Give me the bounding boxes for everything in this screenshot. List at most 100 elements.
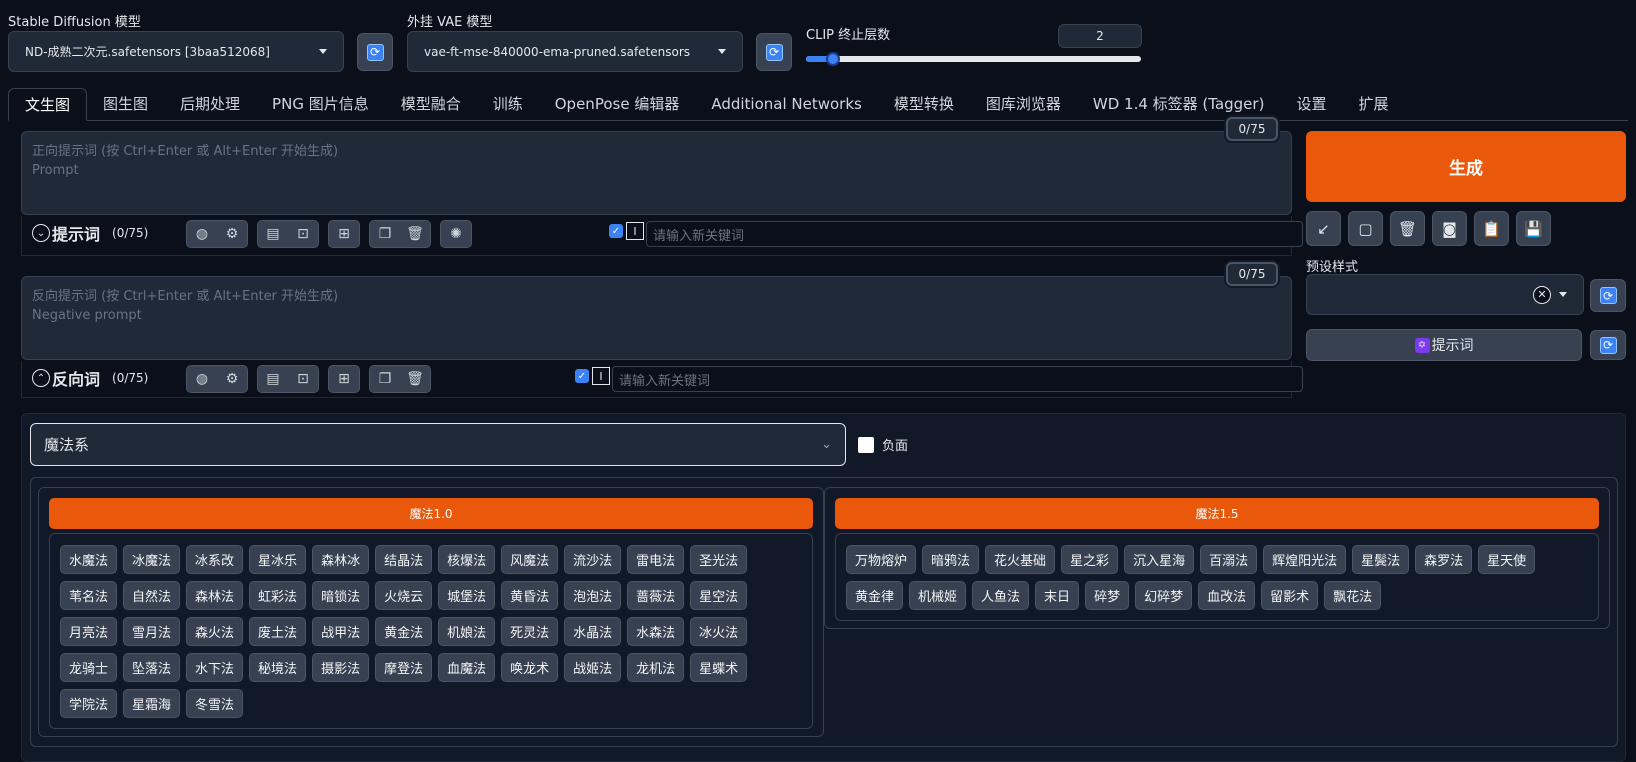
magic-category-select[interactable]: 魔法系 ⌄ [30,423,846,466]
magic-chip[interactable]: 森火法 [186,617,244,646]
prompt-keyword-input[interactable]: 请输入新关键词 [646,221,1303,247]
magic-chip[interactable]: 泡泡法 [564,581,622,610]
slider-thumb[interactable] [825,52,840,66]
magic-chip[interactable]: 百溺法 [1200,545,1258,574]
history-icon[interactable]: ▤ [258,226,288,242]
sd-model-dropdown[interactable]: ND-成熟二次元.safetensors [3baa512068] [8,31,344,72]
magic-chip[interactable]: 冰魔法 [123,545,181,574]
copy-icon[interactable]: ❐ [370,371,400,387]
magic-chip[interactable]: 水晶法 [564,617,622,646]
magic-chip[interactable]: 机械姬 [909,581,967,610]
magic-chip[interactable]: 雷电法 [627,545,685,574]
magic-chip[interactable]: 水下法 [186,653,244,682]
magic-chip[interactable]: 水魔法 [60,545,118,574]
magic-chip[interactable]: 黄金律 [846,581,904,610]
magic-chip[interactable]: 碎梦 [1085,581,1130,610]
magic-chip[interactable]: 摩登法 [375,653,433,682]
magic-chip[interactable]: 冰火法 [690,617,748,646]
magic-chip[interactable]: 暗鸦法 [922,545,980,574]
negative-checkbox[interactable] [858,436,874,453]
magic-chip[interactable]: 秘境法 [249,653,307,682]
magic-chip[interactable]: 龙骑士 [60,653,118,682]
trash-icon[interactable]: 🗑 [400,371,430,387]
magic-chip[interactable]: 水森法 [627,617,685,646]
globe-icon[interactable]: ◍ [187,371,217,387]
paste-icon[interactable]: 📋 [1474,211,1509,246]
tab-openpose[interactable]: OpenPose 编辑器 [539,87,696,120]
magic-chip[interactable]: 星之彩 [1061,545,1119,574]
prompt-helper-refresh-button[interactable]: ⟳ [1590,330,1626,360]
tab-gallery[interactable]: 图库浏览器 [970,87,1077,120]
magic-chip[interactable]: 万物熔炉 [846,545,917,574]
magic-chip[interactable]: 虹彩法 [249,581,307,610]
magic-chip[interactable]: 冰系改 [186,545,244,574]
tab-extras[interactable]: 后期处理 [164,87,256,120]
gear-icon[interactable]: ⚙ [217,226,247,242]
magic-chip[interactable]: 星天使 [1478,545,1536,574]
generate-button[interactable]: 生成 [1306,131,1626,202]
magic-chip[interactable]: 龙机法 [627,653,685,682]
tab-png-info[interactable]: PNG 图片信息 [256,87,385,120]
tab-additional-networks[interactable]: Additional Networks [695,87,878,120]
magic-chip[interactable]: 坠落法 [123,653,181,682]
magic-chip[interactable]: 留影术 [1261,581,1319,610]
magic-chip[interactable]: 沉入星海 [1124,545,1195,574]
trash-icon[interactable]: 🗑 [1390,211,1425,246]
magic-chip[interactable]: 幻碎梦 [1135,581,1193,610]
magic-chip[interactable]: 血魔法 [438,653,496,682]
magic-chip[interactable]: 星空法 [690,581,748,610]
openai-icon[interactable]: ✺ [441,226,471,242]
clip-number-input[interactable]: 2 [1058,24,1142,48]
format-icon[interactable]: ⊞ [329,371,359,387]
magic-group-2-title[interactable]: 魔法1.5 [835,498,1599,529]
clear-icon[interactable]: ✕ [1533,285,1551,304]
globe-icon[interactable]: ◍ [187,226,217,242]
tab-tagger[interactable]: WD 1.4 标签器 (Tagger) [1077,87,1281,120]
magic-chip[interactable]: 星冰乐 [249,545,307,574]
card-icon[interactable]: ◙ [1432,211,1467,246]
tab-settings[interactable]: 设置 [1280,87,1342,120]
magic-chip[interactable]: 飘花法 [1324,581,1382,610]
magic-chip[interactable]: 流沙法 [564,545,622,574]
magic-chip[interactable]: 血改法 [1198,581,1256,610]
gear-icon[interactable]: ⚙ [217,371,247,387]
magic-chip[interactable]: 圣光法 [690,545,748,574]
magic-chip[interactable]: 辉煌阳光法 [1263,545,1347,574]
tab-model-convert[interactable]: 模型转换 [878,87,970,120]
magic-chip[interactable]: 森林冰 [312,545,370,574]
magic-chip[interactable]: 月亮法 [60,617,118,646]
magic-chip[interactable]: 蔷薇法 [627,581,685,610]
prompt-textarea[interactable]: 正向提示词 (按 Ctrl+Enter 或 Alt+Enter 开始生成) Pr… [21,131,1292,215]
tab-img2img[interactable]: 图生图 [87,87,164,120]
styles-refresh-button[interactable]: ⟳ [1590,279,1626,312]
clip-slider[interactable] [806,52,1141,66]
magic-chip[interactable]: 星蝶术 [690,653,748,682]
magic-chip[interactable]: 战甲法 [312,617,370,646]
magic-chip[interactable]: 星鬓法 [1352,545,1410,574]
magic-group-1-title[interactable]: 魔法1.0 [49,498,813,529]
tab-txt2img[interactable]: 文生图 [8,88,88,121]
magic-chip[interactable]: 战姬法 [564,653,622,682]
chevron-down-icon[interactable]: ⌄ [32,224,50,242]
tab-extensions[interactable]: 扩展 [1342,87,1404,120]
prompt-toggle-label[interactable]: 提示词 [52,221,100,245]
bookmark-icon[interactable]: ⊡ [288,226,318,242]
vae-refresh-button[interactable]: ⟳ [756,33,792,71]
magic-chip[interactable]: 核爆法 [438,545,496,574]
magic-chip[interactable]: 黄金法 [375,617,433,646]
magic-chip[interactable]: 机娘法 [438,617,496,646]
prompt-helper-button[interactable]: ✡ 提示词 [1306,329,1582,361]
magic-chip[interactable]: 苇名法 [60,581,118,610]
magic-chip[interactable]: 结晶法 [375,545,433,574]
format-icon[interactable]: ⊞ [329,226,359,242]
sd-refresh-button[interactable]: ⟳ [357,33,393,71]
magic-chip[interactable]: 末日 [1035,581,1080,610]
negative-prompt-textarea[interactable]: 反向提示词 (按 Ctrl+Enter 或 Alt+Enter 开始生成) Ne… [21,276,1292,360]
clipboard-icon[interactable]: ▢ [1348,211,1383,246]
magic-chip[interactable]: 摄影法 [312,653,370,682]
negative-toggle-label[interactable]: 反向词 [52,366,100,390]
trash-icon[interactable]: 🗑 [400,226,430,242]
magic-chip[interactable]: 风魔法 [501,545,559,574]
magic-chip[interactable]: 冬雪法 [186,689,244,718]
bookmark-icon[interactable]: ⊡ [288,371,318,387]
